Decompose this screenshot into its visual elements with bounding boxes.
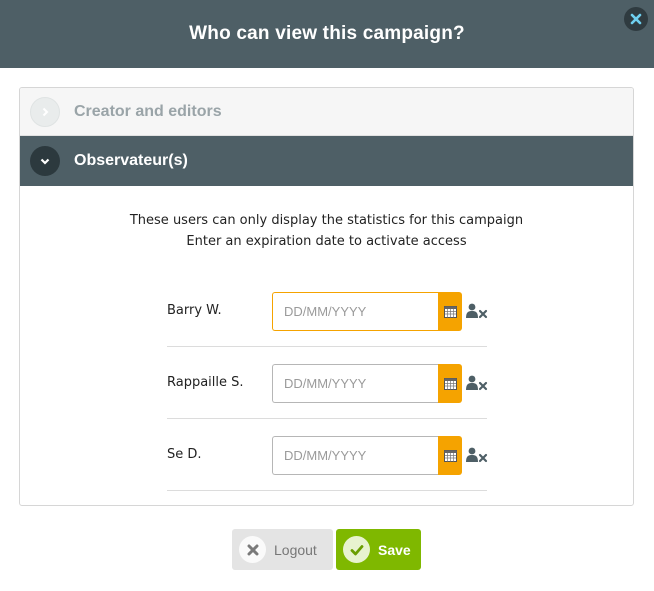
close-button[interactable]	[624, 7, 648, 31]
observer-name: Rappaille S.	[167, 375, 244, 390]
expiration-date-input[interactable]	[272, 436, 439, 475]
remove-user-icon[interactable]	[466, 375, 488, 391]
expiration-date-group	[272, 292, 462, 331]
save-label: Save	[378, 541, 411, 558]
accordion-label: Creator and editors	[74, 102, 222, 120]
observers-instruction: Enter an expiration date to activate acc…	[186, 234, 467, 249]
logout-label: Logout	[274, 541, 317, 558]
accordion-label: Observateur(s)	[74, 152, 188, 169]
logout-button[interactable]: Logout	[232, 529, 333, 570]
calendar-button[interactable]	[438, 364, 462, 403]
expiration-date-input[interactable]	[272, 364, 439, 403]
remove-user-icon[interactable]	[466, 447, 488, 463]
remove-user-icon[interactable]	[466, 303, 488, 319]
accordion-creator-editors[interactable]: Creator and editors	[20, 88, 633, 136]
modal-header: Who can view this campaign?	[0, 0, 654, 68]
save-button[interactable]: Save	[336, 529, 421, 570]
observers-description: These users can only display the statist…	[129, 213, 524, 228]
modal-title: Who can view this campaign?	[189, 23, 465, 44]
observer-row: Rappaille S.	[167, 347, 488, 419]
observer-row: Se D.	[167, 419, 488, 491]
accordion-observers[interactable]: Observateur(s)	[20, 136, 633, 186]
calendar-button[interactable]	[438, 292, 462, 331]
check-icon	[343, 536, 370, 563]
chevron-right-icon	[30, 96, 60, 127]
calendar-icon	[443, 377, 457, 390]
observer-name: Barry W.	[167, 303, 222, 318]
expiration-date-input[interactable]	[272, 292, 439, 331]
x-icon	[239, 536, 266, 563]
close-icon	[630, 13, 642, 25]
expiration-date-group	[272, 436, 462, 475]
observer-row: Barry W.	[167, 275, 488, 347]
observer-name: Se D.	[167, 447, 202, 462]
access-panel: Creator and editors Observateur(s) These…	[19, 87, 634, 506]
calendar-button[interactable]	[438, 436, 462, 475]
calendar-icon	[443, 449, 457, 462]
expiration-date-group	[272, 364, 462, 403]
calendar-icon	[443, 305, 457, 318]
chevron-down-icon	[30, 146, 60, 176]
